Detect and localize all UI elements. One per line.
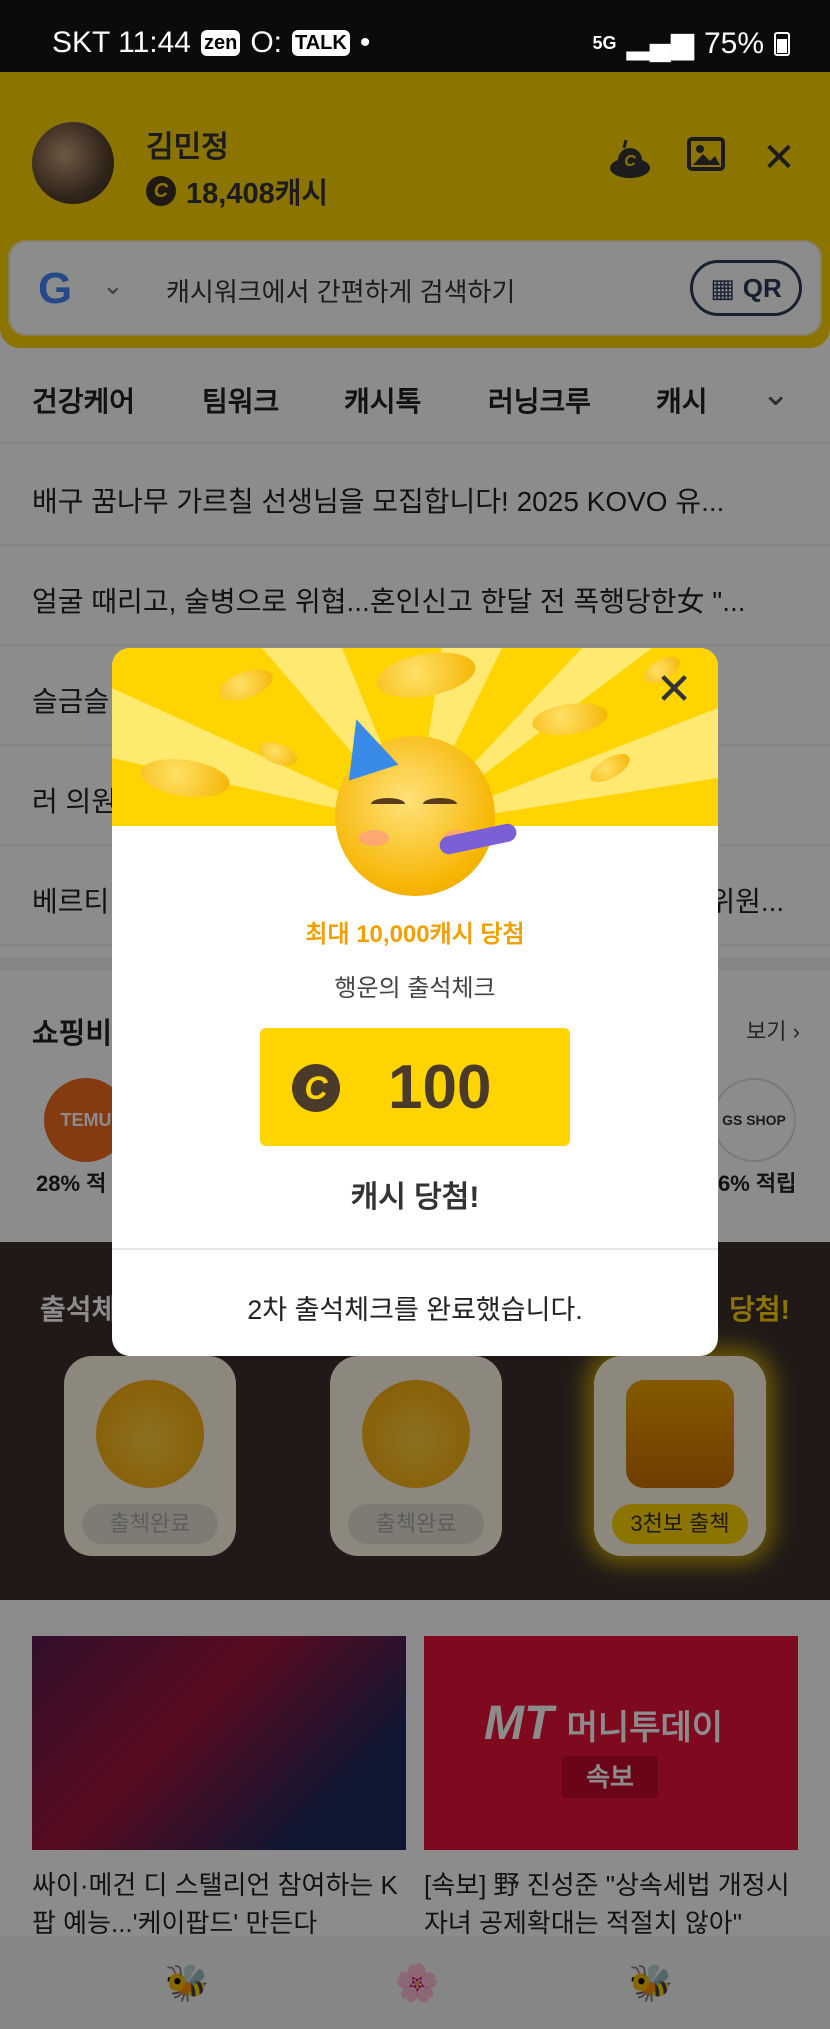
divider (112, 1248, 718, 1250)
carrier-time: SKT 11:44 (52, 26, 191, 59)
battery-label: 75% (703, 26, 764, 60)
battery-icon (774, 31, 790, 56)
zen-icon: zen (200, 30, 241, 56)
talk-icon: TALK (292, 30, 350, 56)
attendance-reward-modal: ✕ 최대 10,000캐시 당첨 행운의 출석체크 C 100 캐시 당첨! 2… (112, 648, 718, 1356)
party-face-icon (331, 711, 519, 896)
modal-subtitle: 행운의 출석체크 (334, 975, 496, 1002)
o-icon: O: (250, 26, 282, 59)
prize-amount: 100 (388, 1053, 492, 1122)
win-text: 캐시 당첨! (350, 1181, 480, 1214)
modal-headline: 최대 10,000캐시 당첨 (305, 921, 525, 948)
cash-coin-icon: C (292, 1064, 340, 1112)
status-bar: SKT 11:44 zen O: TALK • 5G ▂▄▆ 75% (0, 0, 830, 72)
close-icon[interactable]: ✕ (650, 666, 698, 714)
party-horn (437, 822, 519, 856)
dot-icon: • (359, 26, 371, 59)
completion-message: 2차 출석체크를 완료했습니다. (247, 1295, 583, 1325)
network-label: 5G (592, 33, 617, 53)
signal-icon: ▂▄▆ (626, 27, 694, 60)
prize-amount-box: C 100 (260, 1028, 570, 1146)
